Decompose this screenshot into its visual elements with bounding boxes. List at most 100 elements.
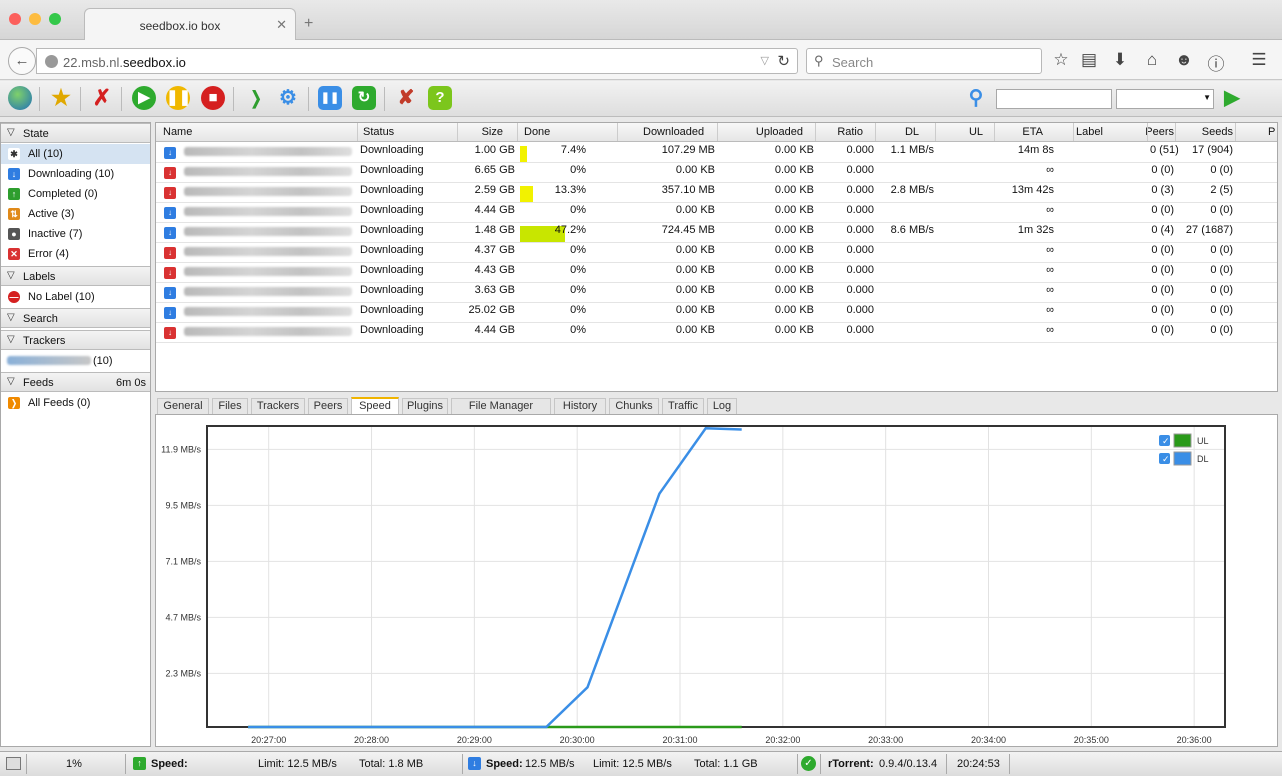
add-torrent-icon[interactable] <box>8 86 32 110</box>
column-header[interactable]: Downloaded <box>643 126 704 138</box>
tools-icon[interactable]: ✘ <box>394 86 418 110</box>
sidebar-item-all-feeds[interactable]: ❭ All Feeds (0) <box>1 393 150 413</box>
reading-list-icon[interactable]: ▤ <box>1078 50 1100 70</box>
column-divider[interactable] <box>617 123 618 141</box>
pause-icon[interactable]: ❚❚ <box>166 86 191 110</box>
chat-icon[interactable]: ☻ <box>1173 50 1195 70</box>
home-icon[interactable]: ⌂ <box>1141 50 1163 70</box>
column-header[interactable]: P <box>1268 126 1275 138</box>
table-row[interactable]: ↓ Downloading 2.59 GB 13.3% 357.10 MB 0.00 KB… <box>156 183 1277 203</box>
column-header[interactable]: ETA <box>983 126 1043 138</box>
column-divider[interactable] <box>457 123 458 141</box>
torrent-search-input[interactable] <box>996 89 1112 109</box>
column-header[interactable]: Done <box>524 126 550 138</box>
sidebar-item-tracker[interactable]: (10) <box>1 351 150 371</box>
table-row[interactable]: ↓ Downloading 4.44 GB 0% 0.00 KB 0.00 KB 0.000… <box>156 323 1277 343</box>
column-divider[interactable] <box>875 123 876 141</box>
refresh-icon[interactable]: ↻ <box>352 86 376 110</box>
table-row[interactable]: ↓ Downloading 4.37 GB 0% 0.00 KB 0.00 KB 0.000… <box>156 243 1277 263</box>
table-row[interactable]: ↓ Downloading 3.63 GB 0% 0.00 KB 0.00 KB 0.000… <box>156 283 1277 303</box>
sidebar-section-search[interactable]: ▽ Search <box>1 308 150 328</box>
column-header[interactable]: Name <box>163 126 192 138</box>
column-divider[interactable] <box>1147 123 1148 141</box>
tab-speed[interactable]: Speed <box>351 397 399 415</box>
zoom-window-button[interactable] <box>49 13 61 25</box>
table-row[interactable]: ↓ Downloading 4.43 GB 0% 0.00 KB 0.00 KB 0.000… <box>156 263 1277 283</box>
tab-close-icon[interactable]: ✕ <box>276 17 287 33</box>
tab-files[interactable]: Files <box>212 398 248 415</box>
window-icon[interactable]: ❚❚ <box>318 86 342 110</box>
sidebar-section-state[interactable]: ▽ State <box>1 123 150 143</box>
tab-general[interactable]: General <box>157 398 209 415</box>
settings-icon[interactable]: ⚙ <box>276 86 300 110</box>
tab-trackers[interactable]: Trackers <box>251 398 305 415</box>
download-icon[interactable]: ⬇ <box>1109 50 1131 70</box>
url-dropdown-icon[interactable]: ▽ <box>761 54 769 67</box>
back-button[interactable]: ← <box>8 47 36 75</box>
tab-log[interactable]: Log <box>707 398 737 415</box>
bookmark-star-icon[interactable]: ☆ <box>1050 50 1072 70</box>
ul-limit[interactable]: Limit: 12.5 MB/s <box>258 758 337 770</box>
menu-icon[interactable]: ☰ <box>1248 50 1270 70</box>
tab-file-manager[interactable]: File Manager <box>451 398 551 415</box>
tab-history[interactable]: History <box>554 398 606 415</box>
dl-limit[interactable]: Limit: 12.5 MB/s <box>593 758 672 770</box>
reload-icon[interactable]: ↻ <box>777 52 790 70</box>
column-header[interactable]: Uploaded <box>743 126 803 138</box>
column-divider[interactable] <box>994 123 995 141</box>
column-divider[interactable] <box>517 123 518 141</box>
table-row[interactable]: ↓ Downloading 25.02 GB 0% 0.00 KB 0.00 KB 0.00… <box>156 303 1277 323</box>
column-header[interactable]: Status <box>363 126 394 138</box>
column-header[interactable]: UL <box>923 126 983 138</box>
window-toggle-icon[interactable] <box>6 757 21 770</box>
sidebar-item-state[interactable]: ● Inactive (7) <box>1 224 150 244</box>
tab-plugins[interactable]: Plugins <box>402 398 448 415</box>
minimize-window-button[interactable] <box>29 13 41 25</box>
url-bar[interactable]: 22.msb.nl.seedbox.io ▽ ↻ <box>36 48 798 74</box>
sidebar-item-state[interactable]: ↓ Downloading (10) <box>1 164 150 184</box>
close-window-button[interactable] <box>9 13 21 25</box>
column-divider[interactable] <box>815 123 816 141</box>
table-row[interactable]: ↓ Downloading 1.48 GB 47.2% 724.45 MB 0.00 KB… <box>156 223 1277 243</box>
search-magnifier-icon[interactable]: ⚲ <box>964 86 988 110</box>
tab-traffic[interactable]: Traffic <box>662 398 704 415</box>
sidebar-section-trackers[interactable]: ▽ Trackers <box>1 330 150 350</box>
column-divider[interactable] <box>1175 123 1176 141</box>
tab-chunks[interactable]: Chunks <box>609 398 659 415</box>
column-divider[interactable] <box>357 123 358 141</box>
add-url-icon[interactable]: ★ <box>49 86 73 110</box>
sidebar-section-feeds[interactable]: ▽ Feeds 6m 0s <box>1 372 150 392</box>
sidebar-item-state[interactable]: ↑ Completed (0) <box>1 184 150 204</box>
sidebar-item-state[interactable]: ⇅ Active (3) <box>1 204 150 224</box>
column-header[interactable]: Label <box>1076 126 1103 138</box>
table-row[interactable]: ↓ Downloading 4.44 GB 0% 0.00 KB 0.00 KB 0.000… <box>156 203 1277 223</box>
sidebar-section-labels[interactable]: ▽ Labels <box>1 266 150 286</box>
column-header[interactable]: Seeds <box>1173 126 1233 138</box>
column-divider[interactable] <box>1235 123 1236 141</box>
start-icon[interactable]: ▶ <box>132 86 156 110</box>
stop-icon[interactable]: ■ <box>201 86 225 110</box>
column-header[interactable]: DL <box>859 126 919 138</box>
column-header[interactable]: Size <box>443 126 503 138</box>
column-divider[interactable] <box>717 123 718 141</box>
help-icon[interactable]: ? <box>428 86 452 110</box>
column-divider[interactable] <box>935 123 936 141</box>
sidebar-item-state[interactable]: ✕ Error (4) <box>1 244 150 264</box>
cell-downloaded: 0.00 KB <box>675 324 715 336</box>
new-tab-button[interactable]: + <box>304 15 313 33</box>
search-engine-select[interactable]: ▼ <box>1116 89 1214 109</box>
browser-tab[interactable]: seedbox.io box ✕ <box>84 8 296 40</box>
remove-icon[interactable]: ✗ <box>90 86 114 110</box>
column-header[interactable]: Peers <box>1114 126 1174 138</box>
sidebar-item-state[interactable]: ✱ All (10) <box>1 144 150 164</box>
browser-search-input[interactable]: ⚲ Search <box>806 48 1042 74</box>
sidebar-item-no-label[interactable]: — No Label (10) <box>1 287 150 307</box>
info-icon[interactable]: ⓘ <box>1205 50 1227 75</box>
table-row[interactable]: ↓ Downloading 1.00 GB 7.4% 107.29 MB 0.00 KB 0… <box>156 143 1277 163</box>
column-header[interactable]: Ratio <box>803 126 863 138</box>
rss-icon[interactable]: ❭ <box>244 86 268 110</box>
search-go-icon[interactable]: ▶ <box>1220 86 1244 110</box>
column-divider[interactable] <box>1073 123 1074 141</box>
table-row[interactable]: ↓ Downloading 6.65 GB 0% 0.00 KB 0.00 KB 0.000… <box>156 163 1277 183</box>
tab-peers[interactable]: Peers <box>308 398 348 415</box>
